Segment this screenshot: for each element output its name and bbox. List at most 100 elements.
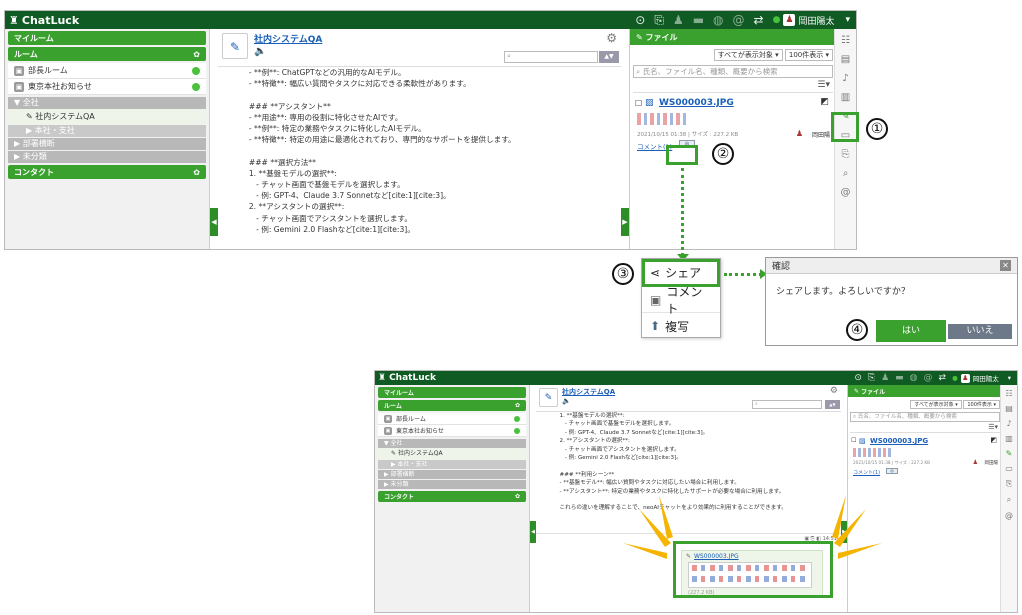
- share-icon[interactable]: ⎘: [842, 149, 850, 160]
- globe-icon[interactable]: ◍: [713, 13, 723, 27]
- speaker-icon[interactable]: 🔈: [562, 397, 571, 405]
- category-uncat[interactable]: ▶ 未分類: [8, 151, 206, 163]
- comment-link[interactable]: コメント(1): [853, 469, 880, 476]
- room-item-qa[interactable]: ✎ 社内システムQA: [8, 109, 206, 125]
- filter-select[interactable]: すべてが表示対象 ▾: [713, 49, 783, 61]
- user-menu[interactable]: ● ♟ 岡田陽太 ▾: [952, 373, 1011, 383]
- gear-icon[interactable]: ⚙: [830, 386, 838, 396]
- yes-button[interactable]: はい: [876, 320, 946, 342]
- person-icon[interactable]: ♟: [881, 373, 889, 383]
- mention-icon[interactable]: @: [841, 187, 851, 198]
- gear-icon[interactable]: ✿: [515, 493, 520, 500]
- uploader-avatar: ♟: [795, 129, 803, 138]
- filter-select[interactable]: すべてが表示対象 ▾: [910, 400, 962, 409]
- list-icon[interactable]: ☷: [841, 35, 850, 46]
- list-icon[interactable]: ☷: [1005, 389, 1012, 398]
- file-thumbnail[interactable]: [637, 113, 689, 125]
- file-panel-header: ✎ ファイル: [848, 385, 1002, 397]
- ray-shape: [659, 495, 673, 539]
- search-icon[interactable]: ⌕: [843, 168, 849, 179]
- person-icon[interactable]: ♟: [673, 13, 684, 27]
- chat-icon[interactable]: ▬: [693, 13, 704, 27]
- category-branch-label: 本社・支社: [34, 126, 75, 135]
- download-icon[interactable]: ◩: [990, 436, 997, 444]
- speaker-icon[interactable]: 🔈: [254, 46, 266, 57]
- calendar-icon[interactable]: ▤: [1005, 404, 1013, 413]
- room-section-header[interactable]: ルーム ✿: [8, 47, 206, 61]
- left-collapse-tab[interactable]: ◀: [210, 208, 218, 236]
- chat-search-icon[interactable]: ⊙: [635, 13, 645, 27]
- share-file-icon[interactable]: ⎘: [654, 13, 664, 28]
- file-action-button[interactable]: ◎: [886, 468, 898, 474]
- gear-icon[interactable]: ✿: [515, 402, 520, 409]
- file-name-link[interactable]: WS000003.JPG: [870, 437, 928, 445]
- room-title[interactable]: 社内システムQA: [254, 32, 322, 45]
- right-icon-strip: ☷ ▤ ♪ ▥ ✎ ▭ ⎘ ⌕ @: [1000, 385, 1017, 612]
- my-room-header[interactable]: マイルーム: [8, 31, 206, 45]
- comment-icon[interactable]: ▭: [1005, 464, 1013, 473]
- category-branch[interactable]: ▶ 本社・支社: [8, 125, 206, 137]
- confirm-dialog: 確認 ✕ シェアします。よろしいですか？ はい いいえ: [765, 257, 1018, 346]
- my-room-header[interactable]: マイルーム: [378, 387, 526, 398]
- menu-item-comment[interactable]: ▣ コメント: [642, 285, 720, 316]
- bell-icon[interactable]: ♪: [1006, 419, 1011, 428]
- category-dept[interactable]: ▶ 部署横断: [8, 138, 206, 150]
- mention-icon[interactable]: @: [733, 13, 745, 27]
- swap-icon[interactable]: ⇄: [754, 13, 764, 27]
- right-collapse-tab[interactable]: ▶: [621, 208, 629, 236]
- gear-icon[interactable]: ⚙: [606, 31, 617, 45]
- chat-search-input[interactable]: ⌕: [504, 51, 598, 63]
- room-item-tokyo[interactable]: ▣ 東京本社お知らせ: [8, 79, 206, 95]
- room-item-qa[interactable]: ✎ 社内システムQA: [378, 448, 526, 460]
- page-size-selected: 100件表示: [967, 402, 992, 408]
- search-nav-buttons[interactable]: ▲▼: [825, 400, 840, 409]
- no-button[interactable]: いいえ: [948, 324, 1012, 339]
- page-size-select[interactable]: 100件表示 ▾: [784, 49, 833, 61]
- file-search-input[interactable]: ⌕ 氏名、ファイル名、種類、概要から検索: [850, 412, 1000, 422]
- contact-section-header[interactable]: コンタクト ✿: [8, 165, 206, 179]
- bell-icon[interactable]: ♪: [842, 73, 848, 84]
- file-checkbox[interactable]: ☐: [635, 99, 642, 108]
- page-size-select[interactable]: 100件表示 ▾: [963, 400, 1000, 409]
- room-title[interactable]: 社内システムQA: [562, 387, 615, 397]
- room-section-header[interactable]: ルーム ✿: [378, 400, 526, 411]
- download-icon[interactable]: ◩: [820, 97, 829, 107]
- share-file-icon[interactable]: ⎘: [868, 373, 875, 383]
- close-icon[interactable]: ✕: [1000, 260, 1011, 271]
- chat-search-icon[interactable]: ⊙: [854, 373, 862, 383]
- user-menu[interactable]: ● ♟ 岡田陽太 ▾: [773, 14, 850, 27]
- room-item-tokyo[interactable]: ▣ 東京本社お知らせ: [378, 425, 526, 437]
- swap-icon[interactable]: ⇄: [939, 373, 947, 383]
- menu-item-copy[interactable]: ⬆ 複写: [642, 313, 720, 339]
- gear-icon[interactable]: ✿: [193, 168, 200, 177]
- search-icon[interactable]: ⌕: [1007, 495, 1011, 505]
- file-name-link[interactable]: WS000003.JPG: [659, 98, 734, 108]
- category-all[interactable]: ▼ 全社: [8, 97, 206, 109]
- paperclip-icon[interactable]: ✎: [1006, 449, 1013, 458]
- mention-icon[interactable]: @: [924, 373, 933, 383]
- category-dept-label: 部署横断: [22, 139, 55, 148]
- category-all[interactable]: ▼ 全社: [378, 439, 526, 448]
- left-sidebar: マイルーム ルーム ✿ ▣ 部長ルーム ▣ 東京本社お知らせ ▼ 全社 ✎ 社内…: [5, 29, 210, 249]
- list-menu-icon[interactable]: ☰▾: [848, 422, 1002, 432]
- list-menu-icon[interactable]: ☰▾: [630, 78, 836, 92]
- chat-icon[interactable]: ▬: [895, 373, 904, 383]
- room-item-bucho[interactable]: ▣ 部長ルーム: [378, 413, 526, 425]
- calendar-icon[interactable]: ▤: [841, 54, 850, 65]
- room-item-bucho[interactable]: ▣ 部長ルーム: [8, 63, 206, 79]
- mention-icon[interactable]: @: [1005, 511, 1013, 520]
- share-icon[interactable]: ⎘: [1006, 479, 1012, 489]
- globe-icon[interactable]: ◍: [910, 373, 918, 383]
- gear-icon[interactable]: ✿: [193, 50, 200, 59]
- bookmark-icon[interactable]: ▥: [1005, 434, 1013, 443]
- file-checkbox[interactable]: ☐: [851, 437, 856, 444]
- contact-section-header[interactable]: コンタクト ✿: [378, 491, 526, 502]
- file-thumbnail[interactable]: [853, 448, 893, 457]
- search-nav-buttons[interactable]: ▲▼: [599, 51, 619, 63]
- chat-search-input[interactable]: ⌕: [752, 400, 822, 409]
- file-search-input[interactable]: ⌕ 氏名、ファイル名、種類、概要から検索: [633, 65, 833, 78]
- category-uncat[interactable]: ▶ 未分類: [378, 480, 526, 489]
- category-branch[interactable]: ▶ 本社・支社: [378, 460, 526, 469]
- category-dept[interactable]: ▶ 部署横断: [378, 470, 526, 479]
- bookmark-icon[interactable]: ▥: [841, 92, 850, 103]
